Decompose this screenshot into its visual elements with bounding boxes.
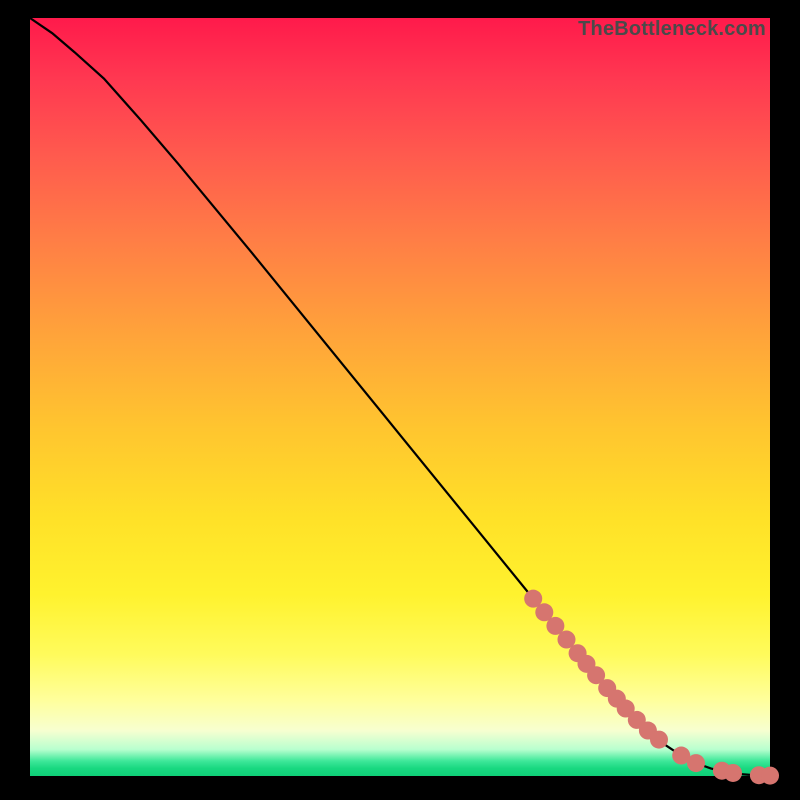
data-point xyxy=(761,767,779,785)
data-point xyxy=(650,731,668,749)
data-point xyxy=(724,764,742,782)
chart-container: TheBottleneck.com xyxy=(0,0,800,800)
dots-layer xyxy=(524,590,779,785)
curve-layer xyxy=(30,18,770,776)
chart-svg xyxy=(30,18,770,776)
data-point xyxy=(687,754,705,772)
bottleneck-curve xyxy=(30,18,770,776)
plot-area: TheBottleneck.com xyxy=(30,18,770,776)
